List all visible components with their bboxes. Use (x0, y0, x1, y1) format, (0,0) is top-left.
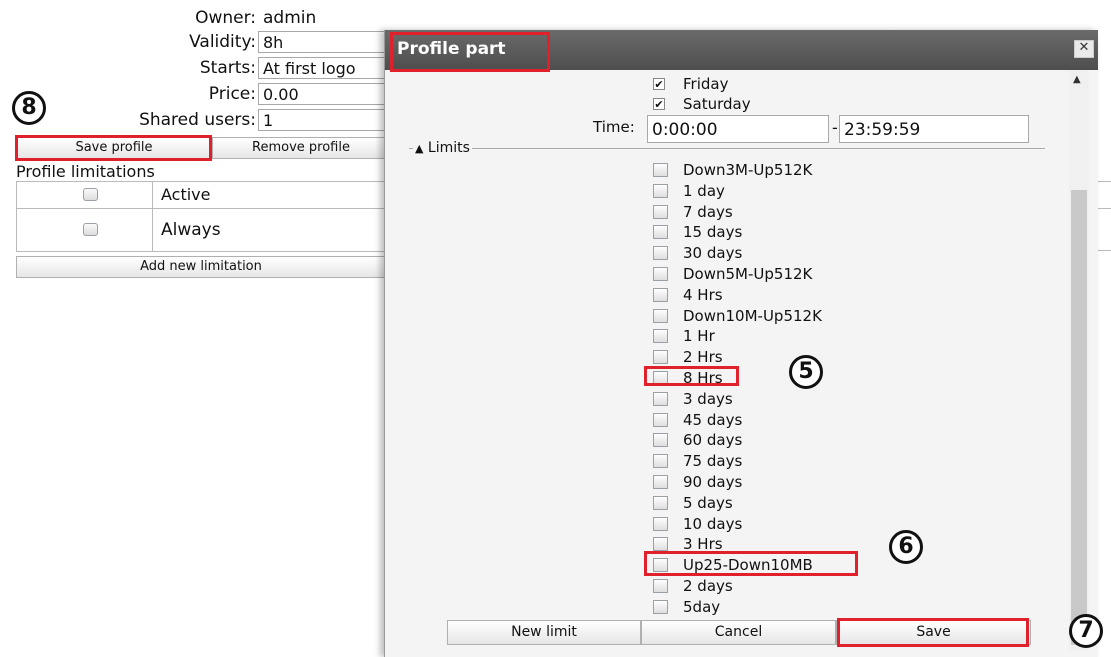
row-label-always: Always (161, 220, 221, 240)
always-checkbox[interactable] (83, 223, 98, 236)
limit-label: 2 days (683, 577, 733, 595)
validity-field[interactable]: 8h (258, 31, 398, 53)
limit-checkbox[interactable] (653, 433, 668, 448)
profile-part-dialog: Profile part ✕ ✔ Friday ✔ Saturday Time:… (384, 30, 1098, 657)
limit-label: 7 days (683, 202, 733, 221)
limit-checkbox[interactable] (653, 287, 668, 302)
starts-label: Starts: (199, 58, 256, 78)
time-label: Time: (593, 118, 635, 136)
limit-label: 4 Hrs (683, 285, 723, 304)
limitations-table: Active Always (16, 181, 387, 252)
limit-label: 1 Hr (683, 327, 715, 346)
limit-label: 60 days (683, 431, 743, 450)
save-highlight (837, 618, 1029, 647)
active-checkbox[interactable] (83, 188, 98, 201)
starts-select[interactable]: At first logo (258, 57, 398, 79)
owner-value: admin (263, 8, 317, 28)
limit-label: 75 days (683, 452, 743, 471)
title-highlight (390, 32, 550, 72)
dialog-scrollbar[interactable]: ▲ (1069, 70, 1089, 650)
limit-label: Down10M-Up512K (683, 306, 822, 325)
limit-label: Down3M-Up512K (683, 161, 813, 179)
table-row: Always (16, 209, 387, 252)
cancel-button[interactable]: Cancel (641, 620, 836, 645)
8hrs-highlight (644, 366, 739, 386)
limit-checkbox[interactable] (653, 163, 668, 177)
limit-checkbox[interactable] (653, 579, 668, 593)
marker-5: 5 (789, 355, 823, 389)
limit-checkbox[interactable] (653, 350, 668, 365)
limit-label: Down5M-Up512K (683, 265, 813, 283)
table-row: Active (16, 182, 387, 209)
limit-label: 90 days (683, 473, 743, 491)
limit-label: 1 day (683, 181, 725, 200)
validity-label: Validity: (189, 32, 256, 52)
limit-label: 5day (683, 597, 721, 616)
owner-label: Owner: (195, 8, 256, 28)
limit-checkbox[interactable] (653, 329, 668, 344)
limit-checkbox[interactable] (653, 412, 668, 427)
limit-checkbox[interactable] (653, 454, 668, 469)
time-separator: - (832, 118, 838, 137)
scroll-up-icon[interactable]: ▲ (1073, 74, 1081, 85)
limit-label: 5 days (683, 493, 733, 512)
limit-checkbox[interactable] (653, 516, 668, 531)
scroll-thumb[interactable] (1071, 190, 1087, 645)
limit-checkbox[interactable] (653, 204, 668, 219)
limit-checkbox[interactable] (653, 391, 668, 406)
limit-checkbox[interactable] (653, 537, 668, 552)
limit-label: 2 Hrs (683, 348, 723, 367)
friday-checkbox[interactable]: ✔ (653, 78, 665, 90)
limit-checkbox[interactable] (653, 267, 668, 281)
limits-legend[interactable]: ▲ Limits (413, 140, 472, 156)
limit-checkbox[interactable] (653, 308, 668, 323)
limit-label: 3 days (683, 389, 733, 408)
new-limit-button[interactable]: New limit (447, 620, 641, 645)
shared-users-label: Shared users: (139, 110, 256, 130)
limit-checkbox[interactable] (653, 183, 668, 198)
price-label: Price: (208, 84, 256, 104)
add-new-limitation-button[interactable]: Add new limitation (16, 256, 386, 278)
price-field[interactable]: 0.00 (258, 83, 398, 105)
limit-checkbox[interactable] (653, 225, 668, 240)
close-icon[interactable]: ✕ (1074, 40, 1094, 58)
collapse-triangle-icon: ▲ (415, 142, 424, 155)
time-to-input[interactable]: 23:59:59 (839, 115, 1029, 143)
limit-checkbox[interactable] (653, 246, 668, 261)
marker-7: 7 (1069, 614, 1103, 648)
time-from-input[interactable]: 0:00:00 (647, 115, 829, 143)
limit-checkbox[interactable] (653, 495, 668, 510)
marker-6: 6 (889, 530, 923, 564)
limit-label: 45 days (683, 410, 743, 429)
limit-label: 15 days (683, 223, 743, 242)
limit-checkbox[interactable] (653, 599, 668, 614)
row-label-active: Active (161, 185, 211, 204)
saturday-checkbox[interactable]: ✔ (653, 98, 665, 110)
limit-checkbox[interactable] (653, 475, 668, 489)
marker-8: 8 (12, 91, 46, 125)
up25-highlight (644, 551, 858, 576)
shared-users-field[interactable]: 1 (258, 109, 398, 131)
limit-label: 10 days (683, 514, 743, 533)
remove-profile-button[interactable]: Remove profile (212, 137, 390, 159)
save-profile-highlight (15, 135, 212, 161)
profile-limitations-title: Profile limitations (16, 162, 155, 181)
limit-label: 30 days (683, 244, 743, 263)
